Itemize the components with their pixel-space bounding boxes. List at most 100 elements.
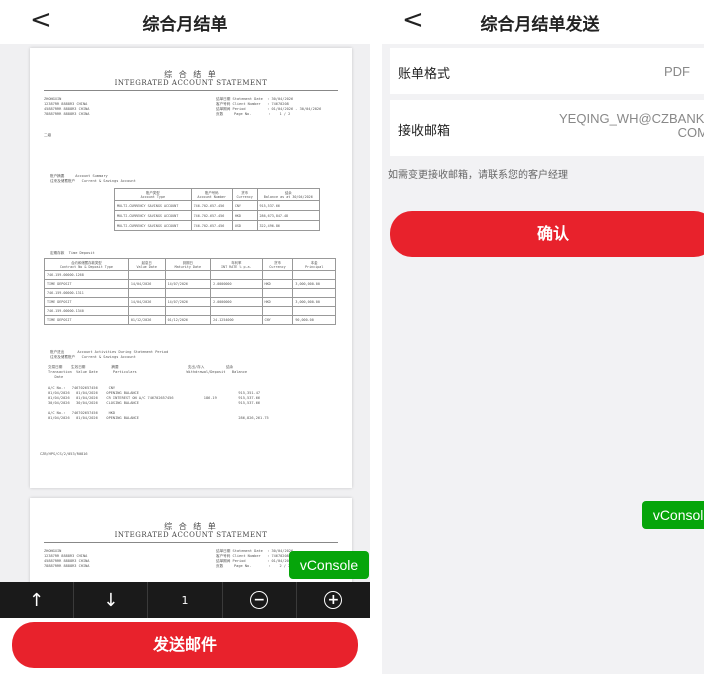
email-row: 接收邮箱 YEQING_WH@CZBANK. COM [390,100,704,156]
page-title: 综合月结单发送 [480,15,600,35]
summary-table-cell: 账户类型 Account Type [114,188,192,201]
zoom-in-button[interactable]: + [297,582,370,618]
deposit-table-cell [210,288,263,298]
deposit-table-row: 合约和储蓄存款类型 Contract No & Deposit Type 起息日 … [44,258,336,271]
summary-table-cell: CNY [231,200,258,211]
deposit-table-cell: 年利率 INT RATE % p.a. [210,258,263,271]
vconsole-button[interactable]: vConsole [642,501,704,529]
summary-table-cell: 746-702-657-456 [190,220,233,231]
deposit-table-row: 746-159-00000-1268 [44,270,336,280]
deposit-table-cell: TIME DEPOSIT [44,279,129,289]
deposit-table-cell: 2.0000000 [210,297,263,307]
deposit-table-cell: 14/04/2026 [127,279,166,289]
deposit-table-row: TIME DEPOSIT 14/04/2026 14/07/2026 2.000000… [44,279,336,289]
summary-table-cell: 账户号码 Account Number [190,188,233,201]
statement-note: 二级 [44,133,52,137]
nav-bar: < 综合月结单 [0,0,370,44]
summary-table-cell: 915,537.66 [256,200,321,211]
statement-send-screen: < 综合月结单发送 账单格式 PDF 接收邮箱 YEQING_WH@CZBANK… [382,0,704,674]
summary-table-cell: 746-702-657-456 [190,200,233,211]
deposit-table-cell: HKD [261,297,294,307]
deposit-table-cell [292,270,336,280]
header-divider [44,542,338,543]
zoom-out-button[interactable]: − [223,582,297,618]
format-value: PDF [664,64,690,79]
statement-page-1: 综 合 结 单 INTEGRATED ACCOUNT STATEMENT ZHO… [30,48,352,488]
account-summary-label: 账户摘要 Account Summary 往来及储蓄账户 Current & S… [50,174,136,183]
statement-info: 结单日期 Statement Date : 30/04/2026 客户号码 Cl… [216,97,322,116]
deposit-table-cell: 3,000,000.00 [292,297,336,307]
statement-header: 综 合 结 单 INTEGRATED ACCOUNT STATEMENT [30,522,352,539]
deposit-table-cell: 14/04/2026 [127,297,166,307]
deposit-table-cell [164,288,212,298]
deposit-table-row: TIME DEPOSIT 14/04/2026 14/07/2026 2.000000… [44,297,336,307]
deposit-table-cell [210,306,263,316]
deposit-table-cell: 3,000,000.00 [292,279,336,289]
arrow-up-icon: ↑ [29,589,45,611]
deposit-table-cell: 到期日 Maturity Date [164,258,212,271]
page-number: 1 [181,593,189,607]
summary-table-cell: USD [231,220,258,231]
deposit-table-cell: TIME DEPOSIT [44,297,129,307]
deposit-table-cell: 14/07/2026 [164,297,212,307]
deposit-table-cell [292,288,336,298]
deposit-table-cell [261,288,294,298]
account-activity-label: 账户进出 Account Activities During Statement… [50,350,169,359]
deposit-table-cell: 合约和储蓄存款类型 Contract No & Deposit Type [44,258,129,271]
summary-table-cell: 结余 Balance as at 30/04/2026 [256,188,321,201]
deposit-table-cell [127,288,166,298]
vconsole-button[interactable]: vConsole [289,551,369,579]
arrow-down-icon: ↓ [103,589,119,611]
zoom-in-icon: + [324,591,343,609]
page-number-field[interactable]: 1 [148,582,223,618]
deposit-table-cell: 24.1254000 [210,315,263,325]
statement-title-en: INTEGRATED ACCOUNT STATEMENT [114,79,268,88]
statement-title-en: INTEGRATED ACCOUNT STATEMENT [114,531,268,540]
pdf-toolbar: ↑ ↓ 1 − + [0,582,370,618]
statement-title-cn: 综 合 结 单 [164,522,218,531]
deposit-table-cell [292,306,336,316]
customer-address: ZHONGXIN 12387RR 8888R3 CHINA 45887RRR 8… [44,97,90,116]
deposit-table-cell: 01/12/2026 [164,315,212,325]
email-value: YEQING_WH@CZBANK. COM [559,111,704,140]
deposit-table-cell: 01/12/2026 [127,315,166,325]
change-email-hint: 如需变更接收邮箱，请联系您的客户经理 [388,170,568,181]
format-label: 账单格式 [398,67,451,82]
deposit-table-cell: 本金 Principal [292,258,336,271]
send-email-button[interactable]: 发送邮件 [12,622,358,668]
next-page-button[interactable]: ↓ [74,582,149,618]
deposit-table-row: 746-159-00000-1311 [44,288,336,298]
statement-title-cn: 综 合 结 单 [164,70,218,79]
deposit-table-cell [261,306,294,316]
pdf-viewer[interactable]: 综 合 结 单 INTEGRATED ACCOUNT STATEMENT ZHO… [0,44,370,582]
summary-table-cell: MULTI-CURRENCY SAVINGS ACCOUNT [114,210,192,221]
confirm-button[interactable]: 确认 [390,211,704,257]
deposit-table-cell: HKD [261,279,294,289]
email-label: 接收邮箱 [398,124,451,139]
deposit-table-row: TIME DEPOSIT 01/12/2026 01/12/2026 24.12540… [44,315,336,325]
time-deposit-table: 合约和储蓄存款类型 Contract No & Deposit Type 起息日 … [44,258,336,325]
deposit-table-cell [261,270,294,280]
summary-table-row: MULTI-CURRENCY SAVINGS ACCOUNT 746-702-65… [114,210,321,221]
previous-page-button[interactable]: ↑ [0,582,75,618]
account-activity-header: 交易日期 生效日期 摘要 支出/存入 结余 Transaction Value … [48,365,248,379]
deposit-table-cell [127,306,166,316]
summary-table-cell: 322,496.86 [256,220,321,231]
summary-table-row: 账户类型 Account Type 账户号码 Account Number 货币 C… [114,188,321,201]
account-activity-rows: A/C No.: 746702657456 CNY 01/04/2026 01/… [48,386,269,420]
summary-table-cell: 286,673,847.48 [256,210,321,221]
account-summary-table: 账户类型 Account Type 账户号码 Account Number 货币 C… [114,188,321,231]
deposit-table-cell: 746-159-00000-1340 [44,306,129,316]
summary-table-cell: 746-702-657-456 [190,210,233,221]
deposit-table-cell: 746-159-00000-1268 [44,270,129,280]
page-title: 综合月结单 [142,15,228,35]
zoom-out-icon: − [250,591,269,609]
summary-table-row: MULTI-CURRENCY SAVINGS ACCOUNT 746-702-65… [114,220,321,231]
summary-table-cell: HKD [231,210,258,221]
statement-header: 综 合 结 单 INTEGRATED ACCOUNT STATEMENT [30,70,352,87]
deposit-table-cell: 90,000.00 [292,315,336,325]
deposit-table-cell [210,270,263,280]
deposit-table-cell: 746-159-00000-1311 [44,288,129,298]
deposit-table-row: 746-159-00000-1340 [44,306,336,316]
statement-preview-screen: < 综合月结单 综 合 结 单 INTEGRATED ACCOUNT STATE… [0,0,370,674]
